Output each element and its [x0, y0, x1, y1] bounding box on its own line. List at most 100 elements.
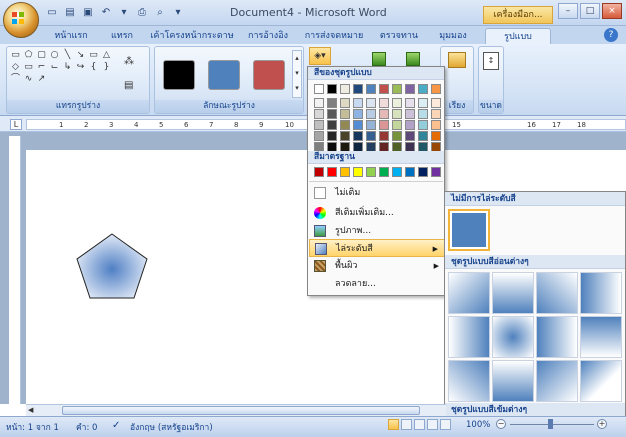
zoom-level[interactable]: 100% — [466, 420, 490, 430]
standard-color-swatch[interactable] — [314, 167, 324, 177]
theme-color-shade-swatch[interactable] — [366, 120, 376, 130]
theme-color-shade-swatch[interactable] — [418, 109, 428, 119]
theme-color-shade-swatch[interactable] — [366, 109, 376, 119]
theme-color-shade-swatch[interactable] — [431, 98, 441, 108]
style-gallery-scroll[interactable]: ▴ ▾ ▾ — [292, 50, 302, 98]
standard-color-swatch[interactable] — [327, 167, 337, 177]
zoom-in-icon[interactable]: + — [597, 419, 607, 429]
theme-color-shade-swatch[interactable] — [327, 131, 337, 141]
print-layout-view-icon[interactable] — [388, 419, 399, 430]
pentagon-shape[interactable] — [74, 232, 150, 300]
theme-color-swatch[interactable] — [314, 84, 324, 94]
theme-color-shade-swatch[interactable] — [392, 120, 402, 130]
theme-color-swatch[interactable] — [392, 84, 402, 94]
language-status[interactable]: อังกฤษ (สหรัฐอเมริกา) — [130, 420, 213, 434]
web-layout-view-icon[interactable] — [414, 419, 425, 430]
brace-shape-icon[interactable]: { — [88, 62, 99, 72]
theme-color-swatch[interactable] — [418, 84, 428, 94]
theme-color-shade-swatch[interactable] — [418, 120, 428, 130]
tab-insert[interactable]: แทรก — [100, 28, 144, 44]
theme-color-shade-swatch[interactable] — [366, 131, 376, 141]
standard-color-swatch[interactable] — [418, 167, 428, 177]
theme-color-shade-swatch[interactable] — [431, 131, 441, 141]
theme-color-shade-swatch[interactable] — [405, 109, 415, 119]
shape-style-blue[interactable] — [208, 60, 240, 90]
help-icon[interactable]: ? — [604, 28, 618, 42]
tab-review[interactable]: ตรวจทาน — [372, 28, 426, 44]
theme-color-shade-swatch[interactable] — [314, 109, 324, 119]
preview-icon[interactable]: ⌕ — [152, 5, 168, 21]
elbow-shape-icon[interactable]: ⌙ — [49, 62, 60, 72]
pentagon-shape-icon[interactable]: ⬠ — [23, 50, 34, 60]
tab-page-layout[interactable]: เค้าโครงหน้ากระดาษ — [146, 28, 238, 44]
gradient-swatch[interactable] — [580, 360, 622, 402]
menu-picture[interactable]: รูปภาพ... — [309, 222, 445, 240]
standard-color-swatch[interactable] — [392, 167, 402, 177]
print-icon[interactable]: ⎙ — [134, 5, 150, 21]
arrow-shape-icon[interactable]: ↘ — [75, 50, 86, 60]
theme-color-swatch[interactable] — [379, 84, 389, 94]
standard-color-swatch[interactable] — [405, 167, 415, 177]
zoom-slider-thumb[interactable] — [548, 419, 553, 429]
tab-references[interactable]: การอ้างอิง — [240, 28, 296, 44]
standard-color-swatch[interactable] — [379, 167, 389, 177]
page-count[interactable]: หน้า: 1 จาก 1 — [6, 420, 59, 434]
outline-view-icon[interactable] — [427, 419, 438, 430]
theme-color-shade-swatch[interactable] — [418, 131, 428, 141]
theme-color-shade-swatch[interactable] — [353, 131, 363, 141]
theme-color-shade-swatch[interactable] — [392, 98, 402, 108]
theme-color-shade-swatch[interactable] — [327, 98, 337, 108]
theme-color-shade-swatch[interactable] — [379, 109, 389, 119]
theme-color-shade-swatch[interactable] — [431, 109, 441, 119]
rect2-shape-icon[interactable]: ▭ — [23, 62, 34, 72]
scroll-left-icon[interactable]: ◀ — [28, 406, 38, 415]
draw-textbox-icon[interactable]: ▤ — [124, 80, 144, 94]
theme-color-swatch[interactable] — [353, 84, 363, 94]
theme-color-shade-swatch[interactable] — [418, 98, 428, 108]
theme-color-shade-swatch[interactable] — [314, 131, 324, 141]
dropdown-icon[interactable]: ▾ — [170, 5, 186, 21]
shape-fill-button[interactable]: ◈▾ — [309, 47, 331, 65]
theme-color-shade-swatch[interactable] — [353, 98, 363, 108]
tab-home[interactable]: หน้าแรก — [44, 28, 98, 44]
textbox-shape-icon[interactable]: ▭ — [88, 50, 99, 60]
menu-gradient[interactable]: ไล่ระดับสี ▶ — [309, 239, 445, 257]
theme-color-shade-swatch[interactable] — [405, 98, 415, 108]
standard-color-swatch[interactable] — [366, 167, 376, 177]
menu-more-fill-colors[interactable]: สีเติมเพิ่มเติม... — [309, 204, 445, 222]
no-gradient-swatch[interactable] — [448, 209, 490, 251]
undo-icon[interactable]: ↶ — [98, 5, 114, 21]
gradient-swatch[interactable] — [536, 272, 578, 314]
theme-color-shade-swatch[interactable] — [379, 98, 389, 108]
connector-shape-icon[interactable]: ⌐ — [36, 62, 47, 72]
theme-color-shade-swatch[interactable] — [379, 120, 389, 130]
arc-shape-icon[interactable]: ⌒ — [10, 74, 21, 84]
scrollbar-thumb[interactable] — [62, 406, 420, 415]
3d-effects-icon[interactable] — [406, 52, 420, 66]
menu-pattern[interactable]: ลวดลาย... — [309, 275, 445, 293]
theme-color-swatch[interactable] — [431, 84, 441, 94]
gradient-swatch[interactable] — [536, 360, 578, 402]
theme-color-shade-swatch[interactable] — [340, 131, 350, 141]
edit-shape-icon[interactable]: ⁂ — [124, 56, 144, 70]
tab-selector-icon[interactable]: L — [10, 119, 22, 130]
rectangle-shape-icon[interactable]: ▭ — [10, 50, 21, 60]
gradient-swatch[interactable] — [580, 316, 622, 358]
gradient-swatch[interactable] — [492, 272, 534, 314]
theme-color-shade-swatch[interactable] — [392, 109, 402, 119]
gradient-swatch[interactable] — [448, 360, 490, 402]
gradient-swatch[interactable] — [536, 316, 578, 358]
theme-color-shade-swatch[interactable] — [327, 120, 337, 130]
open-icon[interactable]: ▤ — [62, 5, 78, 21]
theme-color-swatch[interactable] — [366, 84, 376, 94]
theme-color-shade-swatch[interactable] — [431, 120, 441, 130]
arrange-icon[interactable] — [448, 52, 466, 68]
theme-color-shade-swatch[interactable] — [340, 109, 350, 119]
theme-color-shade-swatch[interactable] — [353, 120, 363, 130]
menu-texture[interactable]: พื้นผิว ▶ — [309, 257, 445, 275]
bracket-shape-icon[interactable]: } — [101, 62, 112, 72]
menu-no-fill[interactable]: ไม่เติม — [309, 184, 445, 202]
theme-color-swatch[interactable] — [327, 84, 337, 94]
theme-color-swatch[interactable] — [405, 84, 415, 94]
gradient-swatch[interactable] — [580, 272, 622, 314]
